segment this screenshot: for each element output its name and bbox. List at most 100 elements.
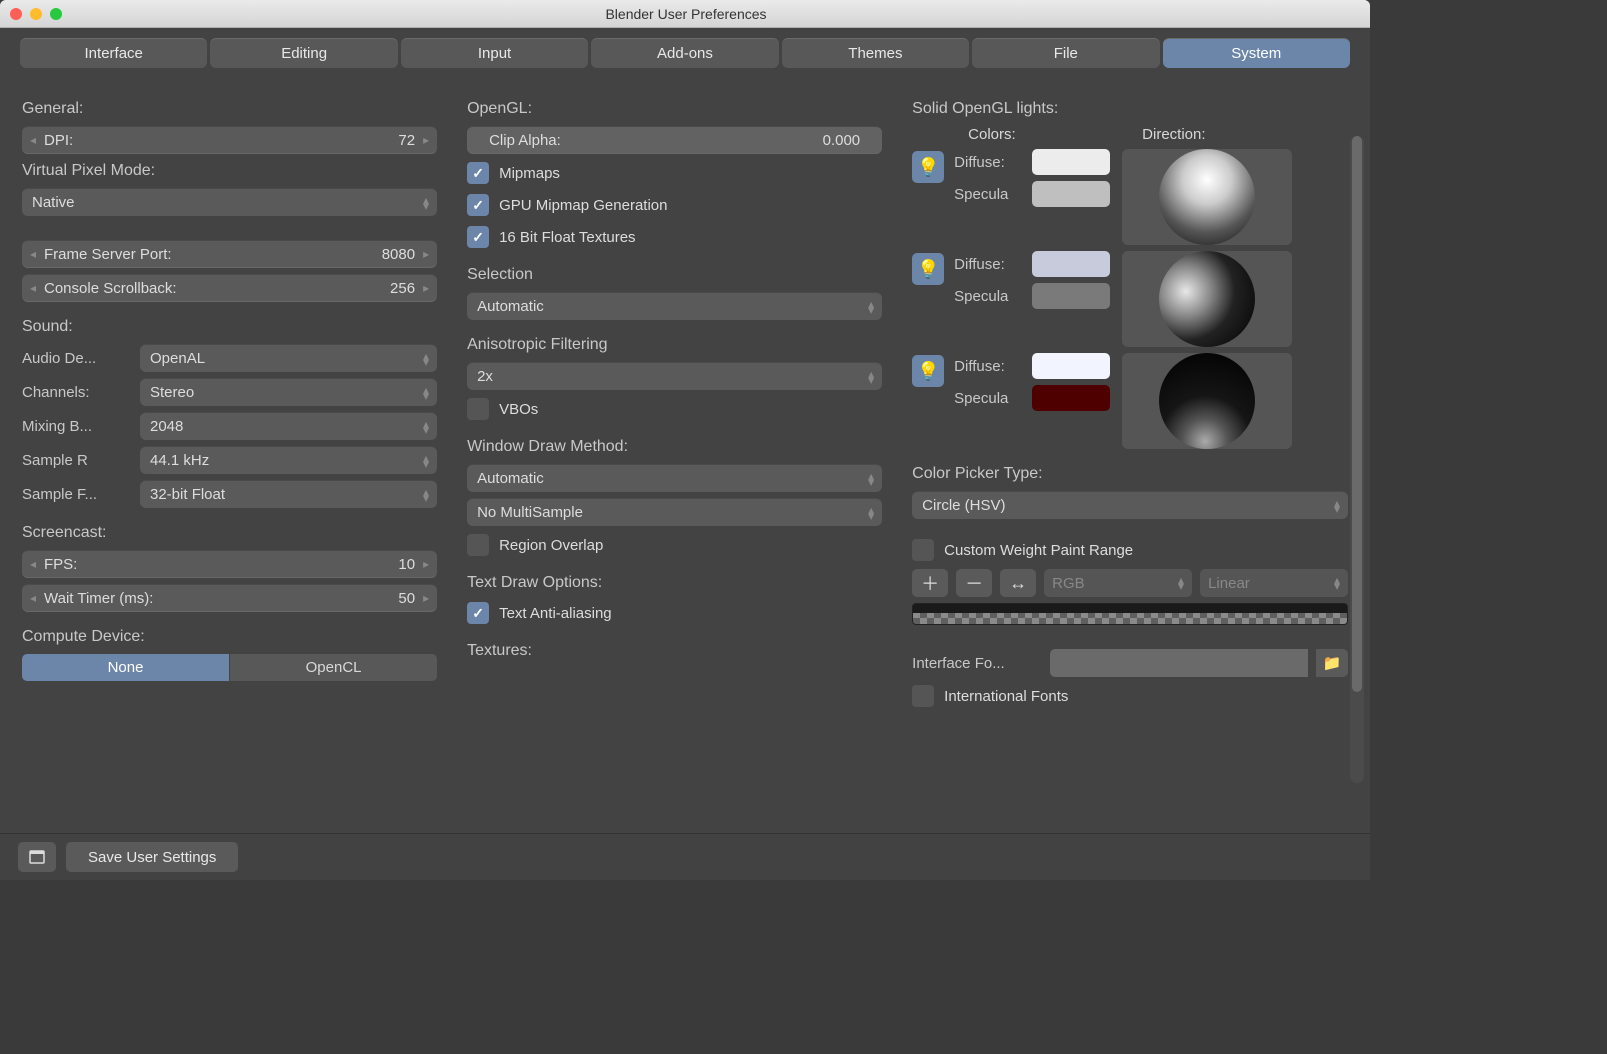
- color-mode-dropdown[interactable]: RGB▴▾: [1044, 569, 1192, 597]
- chevron-right-icon[interactable]: ▸: [419, 557, 433, 571]
- updown-icon: ▴▾: [423, 197, 429, 209]
- audio-device-dropdown[interactable]: OpenAL▴▾: [140, 344, 437, 372]
- tab-file[interactable]: File: [972, 38, 1159, 68]
- updown-icon: ▴▾: [868, 473, 874, 485]
- opengl-label: OpenGL:: [467, 100, 882, 118]
- light1-diffuse-swatch[interactable]: [1032, 149, 1110, 175]
- updown-icon: ▴▾: [868, 371, 874, 383]
- tab-themes[interactable]: Themes: [782, 38, 969, 68]
- sample-rate-label: Sample R: [22, 452, 132, 469]
- save-user-settings-button[interactable]: Save User Settings: [66, 842, 238, 872]
- zoom-window-button[interactable]: [50, 8, 62, 20]
- frame-server-port-field[interactable]: ◂ Frame Server Port: 8080 ▸: [22, 240, 437, 268]
- mixing-buffer-dropdown[interactable]: 2048▴▾: [140, 412, 437, 440]
- chevron-left-icon[interactable]: ◂: [26, 557, 40, 571]
- tab-addons[interactable]: Add-ons: [591, 38, 778, 68]
- chevron-right-icon[interactable]: ▸: [419, 133, 433, 147]
- dpi-field[interactable]: ◂ DPI: 72 ▸: [22, 126, 437, 154]
- console-scrollback-field[interactable]: ◂ Console Scrollback: 256 ▸: [22, 274, 437, 302]
- chevron-left-icon[interactable]: ◂: [26, 133, 40, 147]
- gpu-mipmap-checkbox[interactable]: [467, 194, 489, 216]
- sample-format-dropdown[interactable]: 32-bit Float▴▾: [140, 480, 437, 508]
- region-overlap-checkbox[interactable]: [467, 534, 489, 556]
- window-title: Blender User Preferences: [62, 6, 1310, 22]
- tab-interface[interactable]: Interface: [20, 38, 207, 68]
- sample-format-label: Sample F...: [22, 486, 132, 503]
- light3-specular-label: Specula: [954, 385, 1032, 411]
- tab-editing[interactable]: Editing: [210, 38, 397, 68]
- light3-toggle[interactable]: 💡: [912, 355, 944, 387]
- light2-diffuse-swatch[interactable]: [1032, 251, 1110, 277]
- custom-weight-paint-label: Custom Weight Paint Range: [944, 542, 1133, 559]
- light2-direction[interactable]: [1122, 251, 1292, 347]
- compute-none-button[interactable]: None: [22, 654, 230, 681]
- float16-checkbox[interactable]: [467, 226, 489, 248]
- color-picker-type-dropdown[interactable]: Circle (HSV)▴▾: [912, 491, 1348, 519]
- updown-icon: ▴▾: [423, 489, 429, 501]
- mipmaps-checkbox[interactable]: [467, 162, 489, 184]
- light1-specular-label: Specula: [954, 181, 1032, 207]
- compute-opencl-button[interactable]: OpenCL: [230, 654, 437, 681]
- selection-label: Selection: [467, 266, 882, 284]
- channels-dropdown[interactable]: Stereo▴▾: [140, 378, 437, 406]
- updown-icon: ▴▾: [868, 507, 874, 519]
- text-draw-options-label: Text Draw Options:: [467, 574, 882, 592]
- chevron-right-icon[interactable]: ▸: [419, 247, 433, 261]
- light1-specular-swatch[interactable]: [1032, 181, 1110, 207]
- scrollbar-thumb[interactable]: [1352, 136, 1362, 692]
- light1-toggle[interactable]: 💡: [912, 151, 944, 183]
- screencast-fps-field[interactable]: ◂ FPS: 10 ▸: [22, 550, 437, 578]
- chevron-left-icon[interactable]: ◂: [26, 591, 40, 605]
- tab-input[interactable]: Input: [401, 38, 588, 68]
- add-stop-button[interactable]: ＋: [912, 569, 948, 597]
- close-window-button[interactable]: [10, 8, 22, 20]
- window-draw-method-label: Window Draw Method:: [467, 438, 882, 456]
- light1-diffuse-label: Diffuse:: [954, 149, 1032, 175]
- vbos-label: VBOs: [499, 401, 538, 418]
- light3-specular-swatch[interactable]: [1032, 385, 1110, 411]
- bulb-icon: 💡: [917, 259, 939, 280]
- audio-device-label: Audio De...: [22, 350, 132, 367]
- weight-gradient[interactable]: [912, 603, 1348, 625]
- screencast-label: Screencast:: [22, 524, 437, 542]
- back-to-previous-button[interactable]: [18, 842, 56, 872]
- preferences-tabs: Interface Editing Input Add-ons Themes F…: [0, 28, 1370, 76]
- light2-specular-label: Specula: [954, 283, 1032, 309]
- interface-font-label: Interface Fo...: [912, 655, 1042, 672]
- tab-system[interactable]: System: [1163, 38, 1350, 68]
- flip-button[interactable]: ↔: [1000, 569, 1036, 597]
- interpolation-dropdown[interactable]: Linear▴▾: [1200, 569, 1348, 597]
- light3-diffuse-swatch[interactable]: [1032, 353, 1110, 379]
- interface-font-path[interactable]: [1050, 649, 1308, 677]
- light3-direction[interactable]: [1122, 353, 1292, 449]
- gpu-mipmap-label: GPU Mipmap Generation: [499, 197, 667, 214]
- browse-font-button[interactable]: 📁: [1316, 649, 1348, 677]
- custom-weight-paint-checkbox[interactable]: [912, 539, 934, 561]
- remove-stop-button[interactable]: －: [956, 569, 992, 597]
- light1-direction[interactable]: [1122, 149, 1292, 245]
- virtual-pixel-mode-dropdown[interactable]: Native ▴▾: [22, 188, 437, 216]
- chevron-right-icon[interactable]: ▸: [419, 591, 433, 605]
- chevron-right-icon[interactable]: ▸: [419, 281, 433, 295]
- scrollbar[interactable]: [1350, 136, 1364, 783]
- minimize-window-button[interactable]: [30, 8, 42, 20]
- updown-icon: ▴▾: [868, 301, 874, 313]
- international-fonts-checkbox[interactable]: [912, 685, 934, 707]
- sample-rate-dropdown[interactable]: 44.1 kHz▴▾: [140, 446, 437, 474]
- light2-toggle[interactable]: 💡: [912, 253, 944, 285]
- multisample-dropdown[interactable]: No MultiSample▴▾: [467, 498, 882, 526]
- chevron-left-icon[interactable]: ◂: [26, 281, 40, 295]
- clip-alpha-field[interactable]: ◂ Clip Alpha: 0.000 ▸: [467, 126, 882, 154]
- selection-dropdown[interactable]: Automatic▴▾: [467, 292, 882, 320]
- sound-label: Sound:: [22, 318, 437, 336]
- light2-specular-swatch[interactable]: [1032, 283, 1110, 309]
- titlebar: Blender User Preferences: [0, 0, 1370, 28]
- vbos-checkbox[interactable]: [467, 398, 489, 420]
- text-aa-checkbox[interactable]: [467, 602, 489, 624]
- chevron-left-icon[interactable]: ◂: [26, 247, 40, 261]
- screencast-wait-field[interactable]: ◂ Wait Timer (ms): 50 ▸: [22, 584, 437, 612]
- bulb-icon: 💡: [917, 157, 939, 178]
- colors-header: Colors:: [968, 126, 1046, 143]
- window-draw-method-dropdown[interactable]: Automatic▴▾: [467, 464, 882, 492]
- aniso-dropdown[interactable]: 2x▴▾: [467, 362, 882, 390]
